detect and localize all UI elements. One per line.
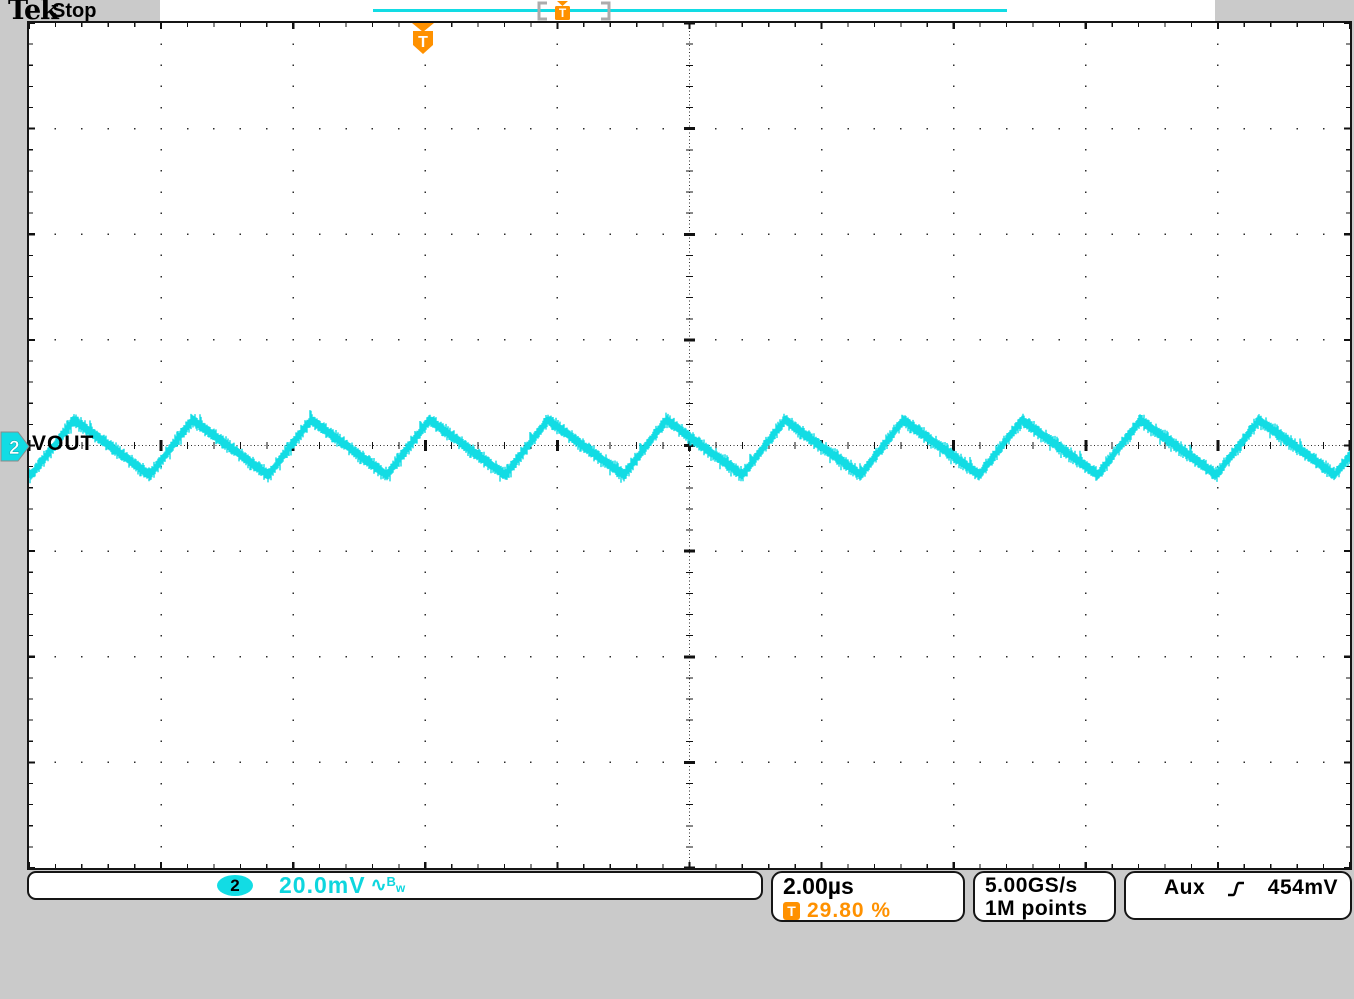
trigger-position-marker[interactable]: T — [410, 23, 436, 57]
channel2-readout[interactable]: 2 20.0mV ∿ Bw — [27, 871, 763, 900]
channel2-scale: 20.0mV — [279, 872, 366, 898]
record-window-brackets[interactable]: T — [534, 0, 614, 21]
timebase-scale: 2.00µs — [783, 873, 854, 899]
trigger-icon: T — [418, 34, 428, 51]
channel2-badge-number: 2 — [230, 875, 240, 895]
sample-rate: 5.00GS/s — [985, 874, 1078, 897]
channel-label: VOUT — [32, 432, 95, 455]
waveform-display — [29, 23, 1350, 868]
ac-coupling-icon: ∿ — [370, 875, 387, 896]
acquisition-readout[interactable]: 5.00GS/s 1M points — [973, 871, 1116, 922]
timebase-readout[interactable]: 2.00µs T 29.80 % — [771, 871, 965, 922]
acquisition-status: Stop — [52, 0, 97, 22]
channel2-position-marker[interactable]: 2 — [0, 431, 30, 462]
channel2-badge: 2 — [217, 875, 253, 896]
bandwidth-limit-icon: Bw — [386, 874, 406, 895]
trigger-arrow-icon — [412, 23, 434, 32]
left-bracket-icon — [537, 1, 547, 21]
trigger-source: Aux — [1164, 876, 1206, 899]
trigger-position-readout: T 29.80 % — [783, 899, 963, 923]
trigger-icon: T — [783, 902, 800, 920]
trigger-position-percent: 29.80 % — [807, 899, 892, 922]
trigger-readout[interactable]: Aux 454mV — [1124, 871, 1352, 920]
record-length: 1M points — [985, 897, 1088, 920]
top-bar: Tek Stop T — [0, 0, 1354, 26]
channel2-arrow-number: 2 — [9, 438, 20, 459]
rising-edge-icon — [1228, 881, 1245, 897]
trigger-level: 454mV — [1267, 876, 1338, 899]
right-bracket-icon — [601, 1, 611, 21]
record-trigger-icon: T — [559, 6, 567, 20]
record-waveform-bar — [373, 9, 1007, 12]
graticule: T VOUT — [27, 21, 1352, 870]
